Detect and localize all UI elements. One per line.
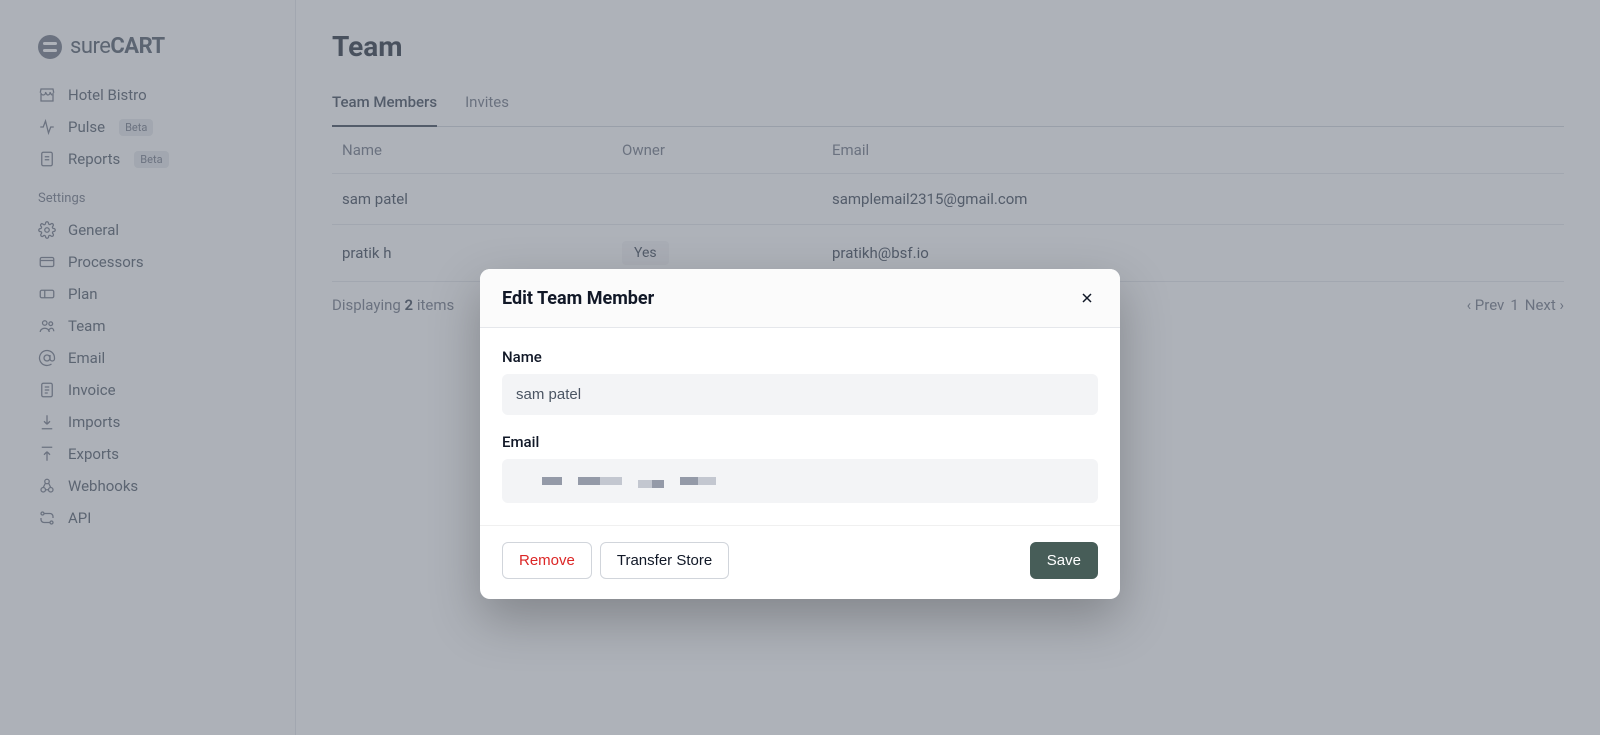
- transfer-store-button[interactable]: Transfer Store: [600, 542, 729, 579]
- modal-footer: Remove Transfer Store Save: [480, 525, 1120, 599]
- blur-segment: [578, 477, 600, 485]
- blur-segment: [600, 477, 622, 485]
- blur-segment-group: [578, 477, 622, 485]
- blur-segment-group: [680, 477, 716, 485]
- name-field[interactable]: [502, 374, 1098, 415]
- blur-segment: [680, 477, 698, 485]
- remove-button[interactable]: Remove: [502, 542, 592, 579]
- blur-segment: [638, 480, 652, 488]
- blur-segment: [652, 480, 664, 488]
- edit-team-member-modal: Edit Team Member Name Email: [480, 269, 1120, 599]
- blur-segment-group: [638, 474, 664, 488]
- modal-body: Name Email: [480, 328, 1120, 525]
- close-icon[interactable]: [1076, 287, 1098, 309]
- blur-segment: [542, 477, 562, 485]
- modal-title: Edit Team Member: [502, 288, 654, 309]
- footer-left: Remove Transfer Store: [502, 542, 729, 579]
- email-field-blurred[interactable]: [502, 459, 1098, 503]
- blur-segment: [698, 477, 716, 485]
- modal-header: Edit Team Member: [480, 269, 1120, 328]
- modal-overlay[interactable]: Edit Team Member Name Email: [0, 0, 1600, 735]
- email-label: Email: [502, 433, 1098, 451]
- save-button[interactable]: Save: [1030, 542, 1098, 579]
- name-label: Name: [502, 348, 1098, 366]
